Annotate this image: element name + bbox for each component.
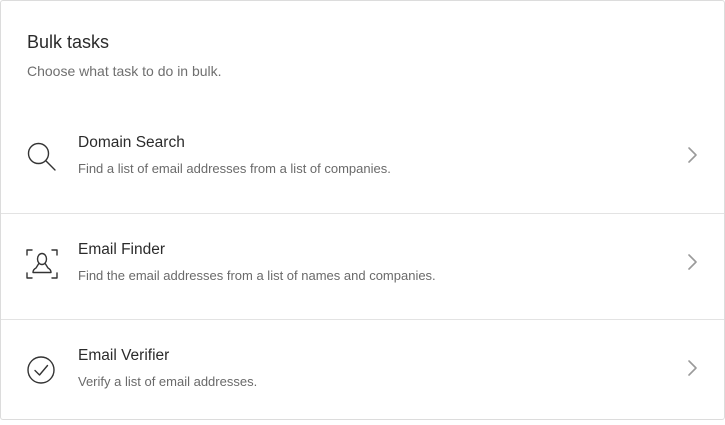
panel-header: Bulk tasks Choose what task to do in bul… bbox=[1, 1, 724, 107]
chevron-right-icon bbox=[686, 358, 698, 378]
task-email-finder[interactable]: Email Finder Find the email addresses fr… bbox=[1, 213, 724, 319]
page-subtitle: Choose what task to do in bulk. bbox=[27, 63, 222, 79]
check-circle-icon bbox=[25, 353, 59, 387]
task-description: Find a list of email addresses from a li… bbox=[78, 161, 391, 176]
person-scan-icon bbox=[25, 247, 59, 281]
task-title: Email Verifier bbox=[78, 347, 170, 364]
chevron-right-icon bbox=[686, 252, 698, 272]
task-email-verifier[interactable]: Email Verifier Verify a list of email ad… bbox=[1, 319, 724, 425]
task-description: Find the email addresses from a list of … bbox=[78, 268, 436, 283]
bulk-tasks-panel: Bulk tasks Choose what task to do in bul… bbox=[0, 0, 725, 420]
task-description: Verify a list of email addresses. bbox=[78, 374, 258, 389]
task-title: Email Finder bbox=[78, 241, 165, 258]
task-title: Domain Search bbox=[78, 134, 185, 151]
chevron-right-icon bbox=[686, 145, 698, 165]
page-title: Bulk tasks bbox=[27, 32, 110, 52]
task-domain-search[interactable]: Domain Search Find a list of email addre… bbox=[1, 107, 724, 213]
search-icon bbox=[25, 140, 59, 174]
